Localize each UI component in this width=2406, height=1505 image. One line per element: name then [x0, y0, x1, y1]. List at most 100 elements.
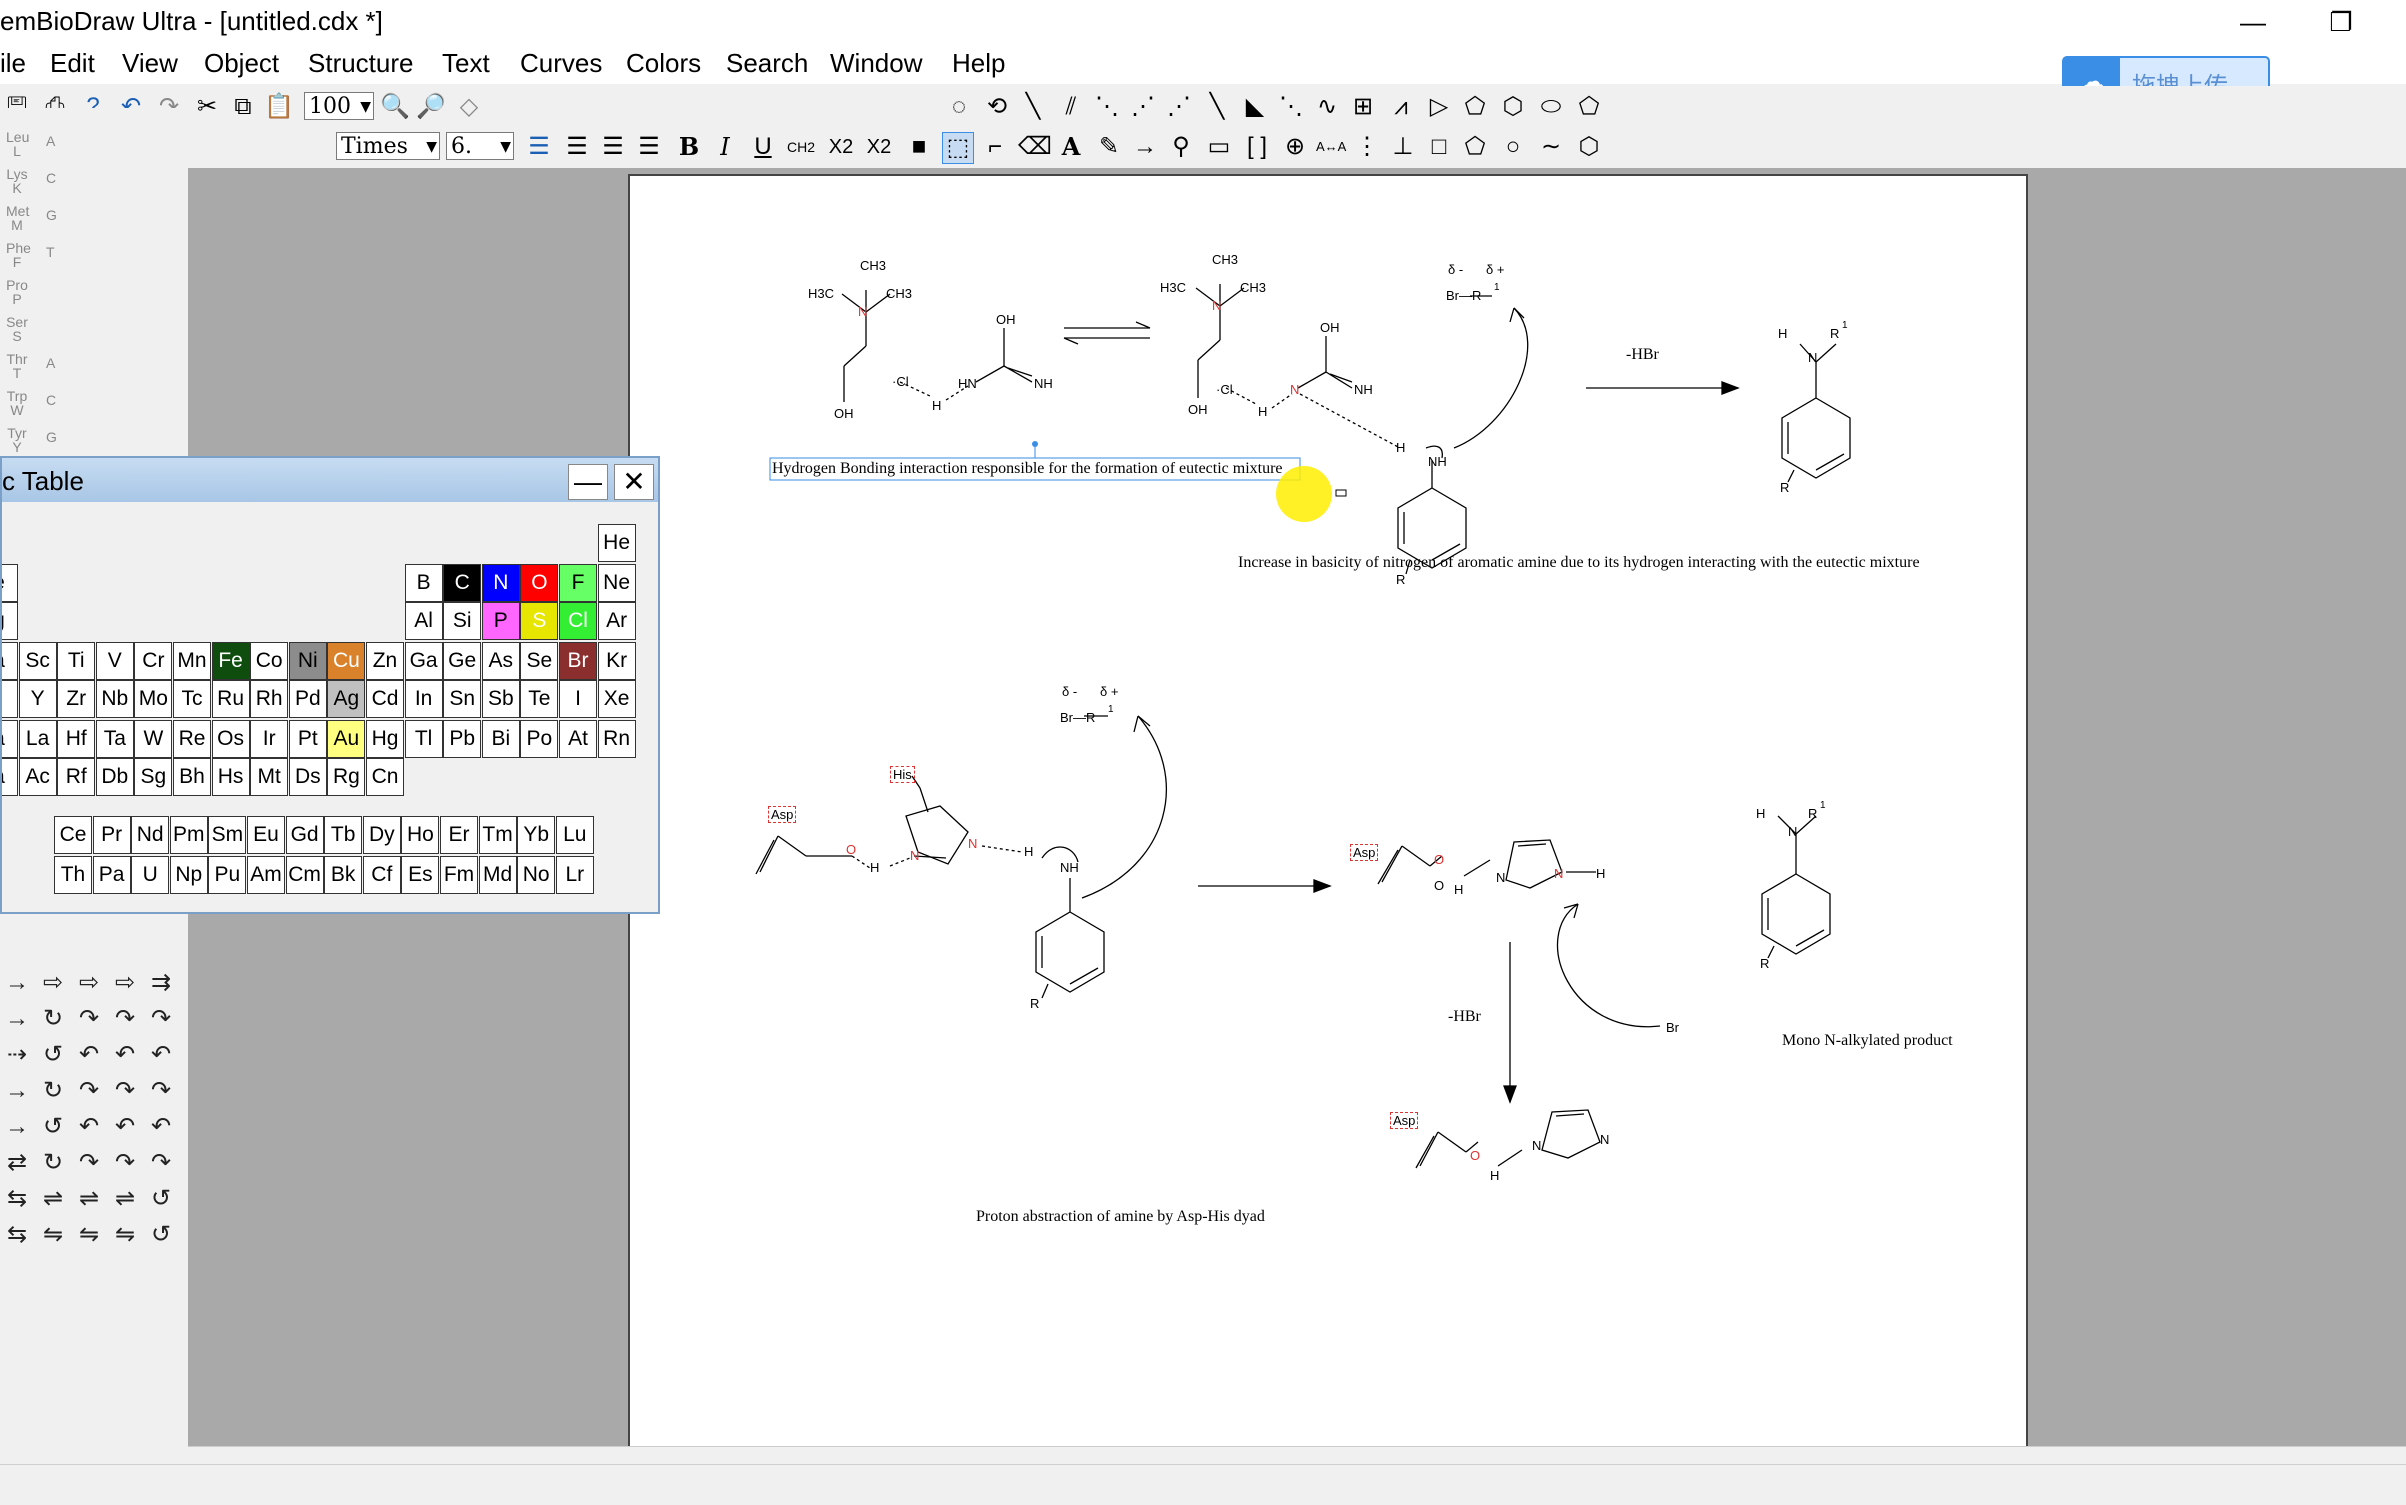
element-u[interactable]: U [131, 856, 170, 894]
element-c[interactable]: C [443, 564, 482, 602]
curved-arrow-icon[interactable]: ↺ [38, 1112, 68, 1142]
element-zr[interactable]: Zr [57, 680, 96, 718]
arrow-icon[interactable]: → [2, 1112, 32, 1142]
menu-search[interactable]: Search [726, 48, 808, 79]
element-ga[interactable]: Ga [404, 642, 443, 680]
dashed-bond-icon[interactable]: ⋱ [1092, 92, 1122, 122]
hollow-arrow-icon[interactable]: ⇨ [110, 968, 140, 998]
stamp-icon[interactable]: ⊥ [1388, 132, 1418, 162]
element-s[interactable]: S [520, 602, 559, 640]
element-bk[interactable]: Bk [324, 856, 363, 894]
element-cu[interactable]: Cu [327, 642, 366, 680]
copy-icon[interactable]: ⧉ [228, 92, 258, 122]
element-es[interactable]: Es [401, 856, 440, 894]
element-eu[interactable]: Eu [247, 816, 285, 854]
arrow-icon[interactable]: → [2, 1004, 32, 1034]
curved-arrow-icon[interactable]: ↶ [146, 1112, 176, 1142]
element-hg[interactable]: Hg [366, 720, 404, 758]
element-ru[interactable]: Ru [211, 680, 250, 718]
arrow-icon[interactable]: → [2, 1076, 32, 1106]
amino-acid-symbol[interactable]: C [46, 171, 56, 185]
double-bond-icon[interactable]: ⫽ [1056, 92, 1086, 122]
equilibrium-arrow-icon[interactable]: ⇄ [2, 1148, 32, 1178]
element-ir[interactable]: Ir [250, 720, 289, 758]
charge-icon[interactable]: ⊕ [1280, 132, 1310, 162]
hashed-bond-icon[interactable]: ⋰ [1128, 92, 1158, 122]
curved-arrow-icon[interactable]: ↶ [74, 1112, 104, 1142]
hexagon-ring-icon[interactable]: ⬡ [1574, 132, 1604, 162]
element-zn[interactable]: Zn [366, 642, 404, 680]
element-nb[interactable]: Nb [95, 680, 134, 718]
curved-arrow-icon[interactable]: ↷ [110, 1004, 140, 1034]
amino-acid-code[interactable]: Phe F [6, 241, 31, 269]
curved-arrow-icon[interactable]: ↻ [38, 1148, 68, 1178]
element-rh[interactable]: Rh [250, 680, 289, 718]
font-size-select[interactable]: 6. ▼ [446, 132, 514, 160]
multi-bond-icon[interactable]: ⋰ [1164, 92, 1194, 122]
curved-arrow-icon[interactable]: ↻ [38, 1076, 68, 1106]
amino-acid-code[interactable]: Trp W [6, 389, 28, 417]
element-a[interactable]: a [2, 758, 18, 796]
lasso-icon[interactable]: ◌ [944, 92, 974, 122]
curved-arrow-icon[interactable]: ↶ [110, 1112, 140, 1142]
element-as[interactable]: As [481, 642, 520, 680]
harpoon-arrow-icon[interactable]: ⇋ [110, 1220, 140, 1250]
element-o[interactable]: O [520, 564, 559, 602]
element-er[interactable]: Er [440, 816, 478, 854]
mapping-icon[interactable]: A↔A [1316, 132, 1346, 162]
text-tool-icon[interactable]: A [1056, 132, 1086, 162]
circle-ring-icon[interactable]: ○ [1498, 132, 1528, 162]
menu-text[interactable]: Text [442, 48, 490, 79]
element-f[interactable]: F [559, 564, 597, 602]
orbital-icon[interactable]: ⚲ [1166, 132, 1196, 162]
element-ac[interactable]: Ac [18, 758, 57, 796]
element-fm[interactable]: Fm [440, 856, 478, 894]
element-ta[interactable]: Ta [95, 720, 134, 758]
amino-acid-code[interactable]: Lys K [6, 167, 28, 195]
octagon-icon[interactable]: ⬠ [1574, 92, 1604, 122]
element-hs[interactable]: Hs [211, 758, 250, 796]
harpoon-arrow-icon[interactable]: ⇋ [74, 1220, 104, 1250]
chain-icon[interactable]: ⩘ [1386, 92, 1416, 122]
curved-arrow-icon[interactable]: ↷ [74, 1148, 104, 1178]
element-cr[interactable]: Cr [134, 642, 173, 680]
element-pr[interactable]: Pr [92, 816, 131, 854]
element-th[interactable]: Th [54, 856, 92, 894]
query-icon[interactable]: ⋮ [1352, 132, 1382, 162]
italic-button[interactable]: I [710, 132, 740, 162]
box-icon[interactable]: ▭ [1204, 132, 1234, 162]
amino-acid-code[interactable]: Pro P [6, 278, 28, 306]
bold-bond-icon[interactable]: ╲ [1202, 92, 1232, 122]
single-bond-icon[interactable]: ╲ [1018, 92, 1048, 122]
curved-arrow-icon[interactable]: ↷ [146, 1076, 176, 1106]
element-co[interactable]: Co [250, 642, 289, 680]
element-mn[interactable]: Mn [173, 642, 211, 680]
element-he[interactable]: He [597, 524, 636, 562]
justify-icon[interactable]: ☰ [634, 132, 664, 162]
curved-arrow-icon[interactable]: ↶ [146, 1040, 176, 1070]
reaction-scheme-drawing[interactable] [630, 176, 2028, 1448]
element-la[interactable]: La [18, 720, 57, 758]
superscript-button[interactable]: X2 [864, 132, 894, 162]
element-cl[interactable]: Cl [559, 602, 597, 640]
bond-tool-icon[interactable]: ⌐ [980, 132, 1010, 162]
element-a[interactable]: a [2, 642, 18, 680]
font-name-select[interactable]: Times ▼ [336, 132, 440, 160]
element-no[interactable]: No [517, 856, 556, 894]
periodic-table-window[interactable]: c Table — ✕ HeeBCNOFNegAlSiPSClAraScTiVC… [0, 456, 660, 914]
element-pa[interactable]: Pa [92, 856, 131, 894]
harpoon-arrow-icon[interactable]: ⇌ [38, 1184, 68, 1214]
element-v[interactable]: V [95, 642, 134, 680]
element-i[interactable]: I [559, 680, 597, 718]
menu-object[interactable]: Object [204, 48, 279, 79]
element-fe[interactable]: Fe [211, 642, 250, 680]
equilibrium-arrow-icon[interactable]: ⇆ [2, 1184, 32, 1214]
element-pm[interactable]: Pm [169, 816, 208, 854]
harpoon-arrow-icon[interactable]: ⇌ [110, 1184, 140, 1214]
minimize-button[interactable]: — [2228, 4, 2278, 40]
element-al[interactable]: Al [404, 602, 443, 640]
element-sb[interactable]: Sb [481, 680, 520, 718]
underline-button[interactable]: U [748, 132, 778, 162]
element-ag[interactable]: Ag [327, 680, 366, 718]
element-cd[interactable]: Cd [366, 680, 404, 718]
